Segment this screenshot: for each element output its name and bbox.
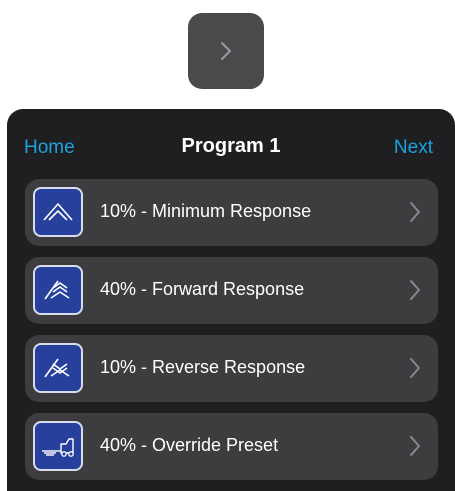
list-item-override-preset[interactable]: 40% - Override Preset — [25, 413, 438, 480]
chevron-right-icon — [410, 202, 420, 222]
page-title: Program 1 — [181, 135, 281, 157]
reverse-response-icon — [33, 343, 83, 393]
chevron-right-icon — [410, 436, 420, 456]
next-button[interactable]: Next — [394, 137, 433, 159]
forward-response-icon — [33, 265, 83, 315]
list-item-label: 10% - Reverse Response — [100, 357, 306, 377]
panel-header: Home Program 1 Next — [7, 109, 455, 189]
forward-chevron-button[interactable] — [188, 13, 264, 89]
chevron-right-icon — [221, 42, 231, 60]
chevron-right-icon — [410, 280, 420, 300]
list-item-forward-response[interactable]: 40% - Forward Response — [25, 257, 438, 324]
program-panel: Home Program 1 Next 10% - Minimum Respon… — [7, 109, 455, 491]
list-item-label: 40% - Forward Response — [100, 279, 305, 299]
list-item-reverse-response[interactable]: 10% - Reverse Response — [25, 335, 438, 402]
minimum-response-icon — [33, 187, 83, 237]
list-item-minimum-response[interactable]: 10% - Minimum Response — [25, 179, 438, 246]
list-item-label: 10% - Minimum Response — [100, 201, 312, 221]
override-preset-icon — [33, 421, 83, 471]
list-item-label: 40% - Override Preset — [100, 435, 279, 455]
chevron-right-icon — [410, 358, 420, 378]
